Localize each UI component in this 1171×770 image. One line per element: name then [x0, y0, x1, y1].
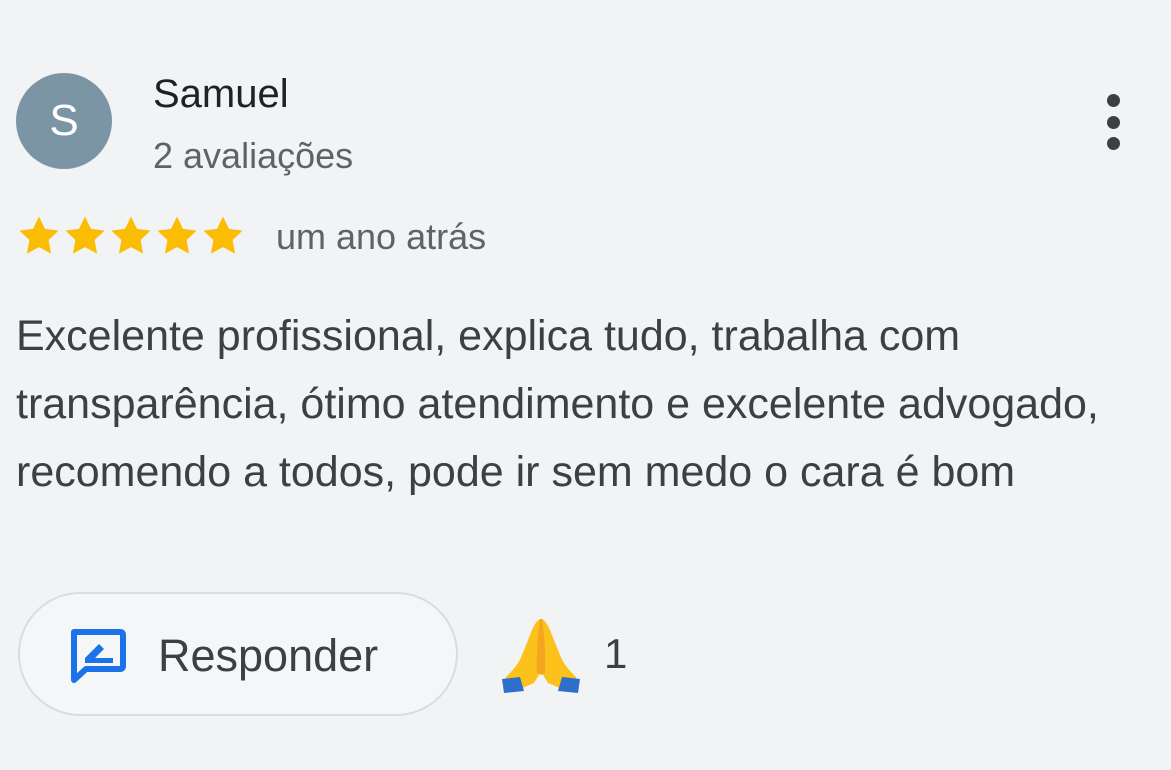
reply-label: Responder — [158, 630, 379, 681]
author-review-count: 2 avaliações — [153, 135, 354, 176]
reaction-count: 1 — [604, 630, 628, 677]
more-vertical-icon-dot — [1106, 137, 1120, 150]
reply-icon — [71, 629, 126, 683]
folded-hands-icon — [502, 619, 580, 693]
more-options-button[interactable] — [1094, 90, 1132, 154]
reply-button[interactable]: Responder — [18, 592, 458, 716]
star-rating — [16, 212, 246, 260]
author-name[interactable]: Samuel — [153, 72, 289, 117]
star-icon — [19, 216, 59, 254]
star-icon — [65, 216, 105, 254]
reaction-button[interactable]: 1 — [500, 612, 627, 696]
avatar[interactable]: S — [16, 73, 112, 169]
review-text: Excelente profissional, explica tudo, tr… — [16, 312, 1099, 496]
more-vertical-icon-dot — [1106, 115, 1120, 129]
star-icon — [111, 216, 151, 254]
star-icon — [203, 216, 243, 254]
avatar-initial: S — [49, 96, 79, 145]
star-icon — [157, 216, 197, 254]
review-card: S Samuel 2 avaliações um ano atrás Excel… — [0, 0, 1171, 770]
review-time: um ano atrás — [276, 216, 487, 257]
more-vertical-icon — [1106, 94, 1120, 107]
